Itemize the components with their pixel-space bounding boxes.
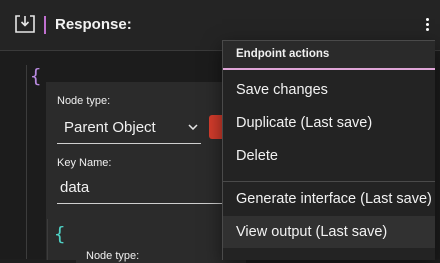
- menu-item-label: Generate interface (Last save): [236, 191, 432, 207]
- kebab-menu-icon[interactable]: [420, 14, 436, 36]
- node-type-label: Node type:: [57, 95, 111, 107]
- duplicate-item[interactable]: Duplicate (Last save): [223, 107, 435, 139]
- key-name-input[interactable]: data: [60, 179, 89, 196]
- header-divider: [44, 16, 46, 34]
- endpoint-actions-menu: Endpoint actions Save changes Duplicate …: [222, 40, 435, 260]
- key-name-underline: [57, 203, 227, 204]
- save-changes-item[interactable]: Save changes: [223, 74, 435, 106]
- view-output-item[interactable]: View output (Last save): [223, 216, 435, 248]
- generate-interface-item[interactable]: Generate interface (Last save): [223, 183, 435, 215]
- menu-header-label: Endpoint actions: [236, 48, 330, 60]
- chevron-down-icon[interactable]: [188, 124, 198, 130]
- menu-item-label: View output (Last save): [236, 224, 388, 240]
- menu-item-label: Save changes: [236, 82, 328, 98]
- indent-guide: [26, 65, 27, 259]
- menu-item-label: Delete: [236, 148, 278, 164]
- node-card: Node type: Parent Object Key Name: data …: [46, 82, 246, 260]
- download-icon[interactable]: [13, 14, 37, 34]
- menu-divider: [223, 181, 435, 182]
- node-type-underline: [57, 143, 201, 144]
- remove-node-button[interactable]: [209, 115, 223, 139]
- menu-item-label: Duplicate (Last save): [236, 115, 373, 131]
- node-type-select[interactable]: Parent Object: [64, 119, 156, 136]
- nested-indent-guide: [47, 219, 48, 260]
- response-title: Response:: [55, 16, 132, 33]
- nested-node-card: Node type:: [76, 243, 246, 263]
- nested-node-type-label: Node type:: [86, 250, 140, 262]
- key-name-label: Key Name:: [57, 157, 112, 169]
- delete-item[interactable]: Delete: [223, 140, 435, 172]
- open-brace: {: [30, 65, 42, 87]
- nested-open-brace: {: [54, 223, 66, 245]
- menu-header: Endpoint actions: [223, 41, 435, 70]
